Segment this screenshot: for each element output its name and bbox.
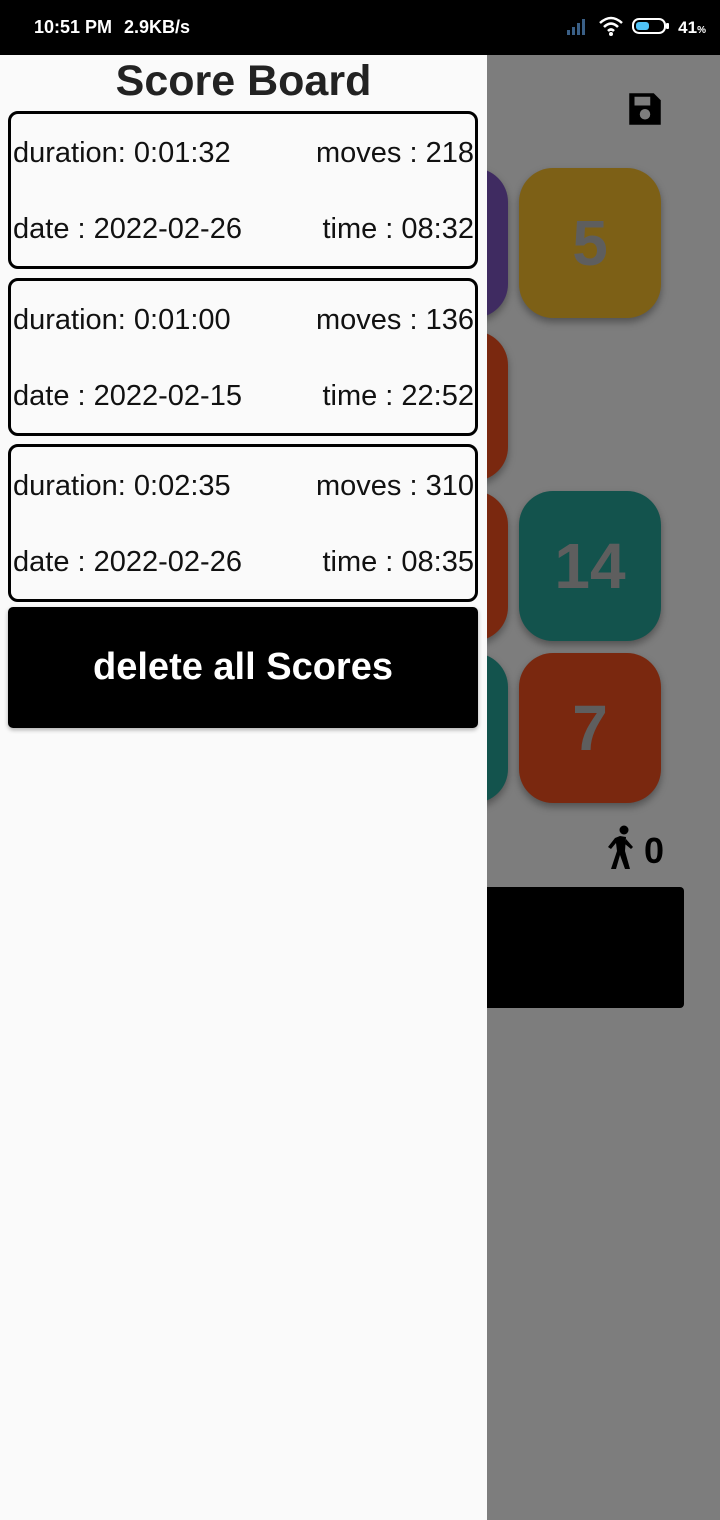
score-date: date : 2022-02-15 [13,380,242,412]
battery-percent: 41% [678,18,706,38]
score-moves: moves : 218 [316,137,474,169]
network-speed: 2.9KB/s [124,17,191,37]
battery-percent-value: 41 [678,18,698,37]
score-duration: duration: 0:01:32 [13,137,231,169]
score-time: time : 22:52 [322,380,474,412]
score-duration: duration: 0:02:35 [13,470,231,502]
score-duration: duration: 0:01:00 [13,304,231,336]
status-time: 10:51 PM [34,17,113,37]
battery-icon [632,16,670,41]
score-card: duration: 0:02:35 moves : 310 date : 202… [8,444,478,602]
battery-percent-unit: % [697,25,706,36]
status-bar: 10:51 PM 2.9KB/s 41% [0,0,720,55]
score-date: date : 2022-02-26 [13,546,242,578]
signal-icon [566,16,590,41]
score-date: date : 2022-02-26 [13,213,242,245]
score-card: duration: 0:01:00 moves : 136 date : 202… [8,278,478,436]
score-time: time : 08:32 [322,213,474,245]
score-moves: moves : 310 [316,470,474,502]
score-card: duration: 0:01:32 moves : 218 date : 202… [8,111,478,269]
score-board-drawer: Score Board duration: 0:01:32 moves : 21… [0,55,487,1520]
drawer-title: Score Board [115,57,372,105]
delete-all-scores-button[interactable]: delete all Scores [8,607,478,728]
wifi-icon [598,15,624,42]
status-icons: 41% [566,16,706,40]
score-moves: moves : 136 [316,304,474,336]
score-time: time : 08:35 [322,546,474,578]
